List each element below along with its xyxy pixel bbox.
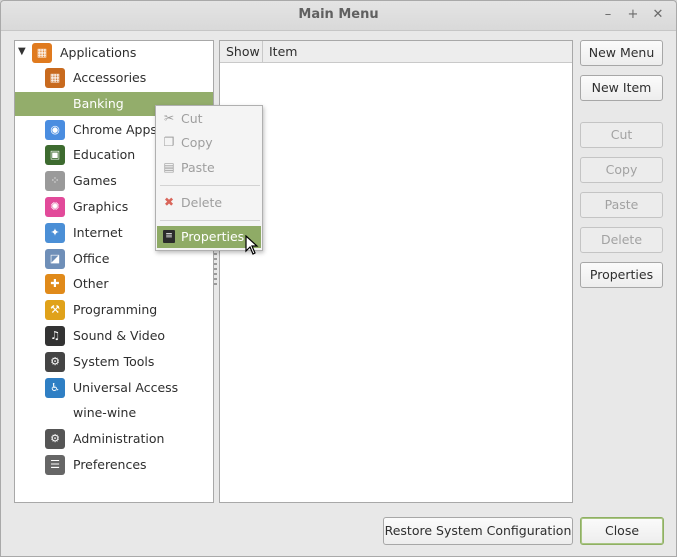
- tree-item-label: Administration: [73, 431, 165, 446]
- menu-separator: [160, 220, 260, 221]
- tree-item-label: Games: [73, 173, 117, 188]
- copy-button[interactable]: Copy: [580, 157, 663, 183]
- properties-button[interactable]: Properties: [580, 262, 663, 288]
- chrome-icon: ◉: [45, 120, 65, 140]
- context-menu-copy[interactable]: ❐ Copy: [157, 132, 261, 154]
- tree-item-label: Programming: [73, 302, 158, 317]
- context-menu-delete[interactable]: ✖ Delete: [157, 192, 261, 214]
- tree-item-label: Graphics: [73, 199, 129, 214]
- tree-item-system-tools[interactable]: ⚙ System Tools: [15, 350, 213, 374]
- cut-button[interactable]: Cut: [580, 122, 663, 148]
- context-menu[interactable]: ✂ Cut ❐ Copy ▤ Paste ✖ Delete ≡ Properti…: [155, 105, 263, 251]
- expander-arrow-icon[interactable]: ▼: [18, 46, 26, 57]
- tree-item-label: Education: [73, 147, 136, 162]
- close-button[interactable]: Close: [580, 517, 664, 545]
- properties-icon: ≡: [163, 230, 175, 243]
- column-header-item[interactable]: Item: [263, 41, 572, 63]
- chart-icon: ◪: [45, 249, 65, 269]
- context-menu-properties-label: Properties: [181, 229, 245, 244]
- globe-icon: ✦: [45, 223, 65, 243]
- title-bar[interactable]: Main Menu – + ✕: [1, 1, 676, 31]
- tree-item-label: Chrome Apps: [73, 122, 157, 137]
- column-item-label: Item: [269, 44, 298, 59]
- new-menu-button[interactable]: New Menu: [580, 40, 663, 66]
- main-menu-window: Main Menu – + ✕ ▼ ▦ Applications ▦ Access…: [0, 0, 677, 557]
- tree-item-administration[interactable]: ⚙ Administration: [15, 427, 213, 451]
- context-menu-delete-label: Delete: [181, 195, 223, 210]
- color-wheel-icon: ✺: [45, 197, 65, 217]
- mouse-pointer-icon: [245, 235, 259, 255]
- clipboard-icon: ▤: [163, 160, 175, 174]
- film-icon: ♫: [45, 326, 65, 346]
- tree-item-wine-wine[interactable]: wine-wine: [15, 401, 213, 425]
- pane-resize-handle[interactable]: [214, 253, 217, 285]
- tree-item-label: Universal Access: [73, 380, 179, 395]
- tree-item-other[interactable]: ✚ Other: [15, 272, 213, 296]
- new-item-button[interactable]: New Item: [580, 75, 663, 101]
- tree-item-label: Office: [73, 251, 110, 266]
- chalkboard-icon: ▣: [45, 145, 65, 165]
- column-header-show[interactable]: Show: [220, 41, 263, 63]
- context-menu-paste-label: Paste: [181, 160, 215, 175]
- applications-icon: ▦: [32, 43, 52, 63]
- sliders-icon: ☰: [45, 455, 65, 475]
- tree-item-preferences[interactable]: ☰ Preferences: [15, 453, 213, 477]
- tree-root-applications[interactable]: ▼ ▦ Applications: [15, 41, 213, 65]
- tree-root-label: Applications: [60, 45, 137, 60]
- minimize-button[interactable]: –: [600, 7, 616, 23]
- context-menu-cut[interactable]: ✂ Cut: [157, 108, 261, 130]
- tree-item-label: Accessories: [73, 70, 147, 85]
- copy-icon: ❐: [163, 135, 175, 149]
- tree-item-sound-video[interactable]: ♫ Sound & Video: [15, 324, 213, 348]
- admin-gear-icon: ⚙: [45, 429, 65, 449]
- tree-item-label: Preferences: [73, 457, 147, 472]
- tree-item-label: Sound & Video: [73, 328, 166, 343]
- maximize-button[interactable]: +: [625, 7, 641, 23]
- restore-system-configuration-button[interactable]: Restore System Configuration: [383, 517, 573, 545]
- context-menu-cut-label: Cut: [181, 111, 203, 126]
- scissors-icon: ✂: [163, 111, 175, 125]
- gamepad-icon: ⁘: [45, 171, 65, 191]
- tree-item-universal-access[interactable]: ♿ Universal Access: [15, 376, 213, 400]
- close-window-button[interactable]: ✕: [650, 7, 666, 23]
- tree-item-label: System Tools: [73, 354, 155, 369]
- context-menu-paste[interactable]: ▤ Paste: [157, 157, 261, 179]
- tree-item-programming[interactable]: ⚒ Programming: [15, 298, 213, 322]
- tree-item-label: wine-wine: [73, 405, 137, 420]
- construction-icon: ⚒: [45, 300, 65, 320]
- accessibility-icon: ♿: [45, 378, 65, 398]
- puzzle-icon: ✚: [45, 274, 65, 294]
- tree-item-accessories[interactable]: ▦ Accessories: [15, 66, 213, 90]
- paste-button[interactable]: Paste: [580, 192, 663, 218]
- tree-item-label: Other: [73, 276, 109, 291]
- context-menu-copy-label: Copy: [181, 135, 213, 150]
- tree-item-label: Banking: [73, 96, 124, 111]
- calculator-icon: ▦: [45, 68, 65, 88]
- tree-item-label: Internet: [73, 225, 123, 240]
- column-show-label: Show: [226, 44, 260, 59]
- gear-icon: ⚙: [45, 352, 65, 372]
- menu-separator: [160, 185, 260, 186]
- items-list[interactable]: Show Item: [219, 40, 573, 503]
- window-title: Main Menu: [298, 7, 379, 22]
- delete-x-icon: ✖: [163, 195, 175, 209]
- delete-button[interactable]: Delete: [580, 227, 663, 253]
